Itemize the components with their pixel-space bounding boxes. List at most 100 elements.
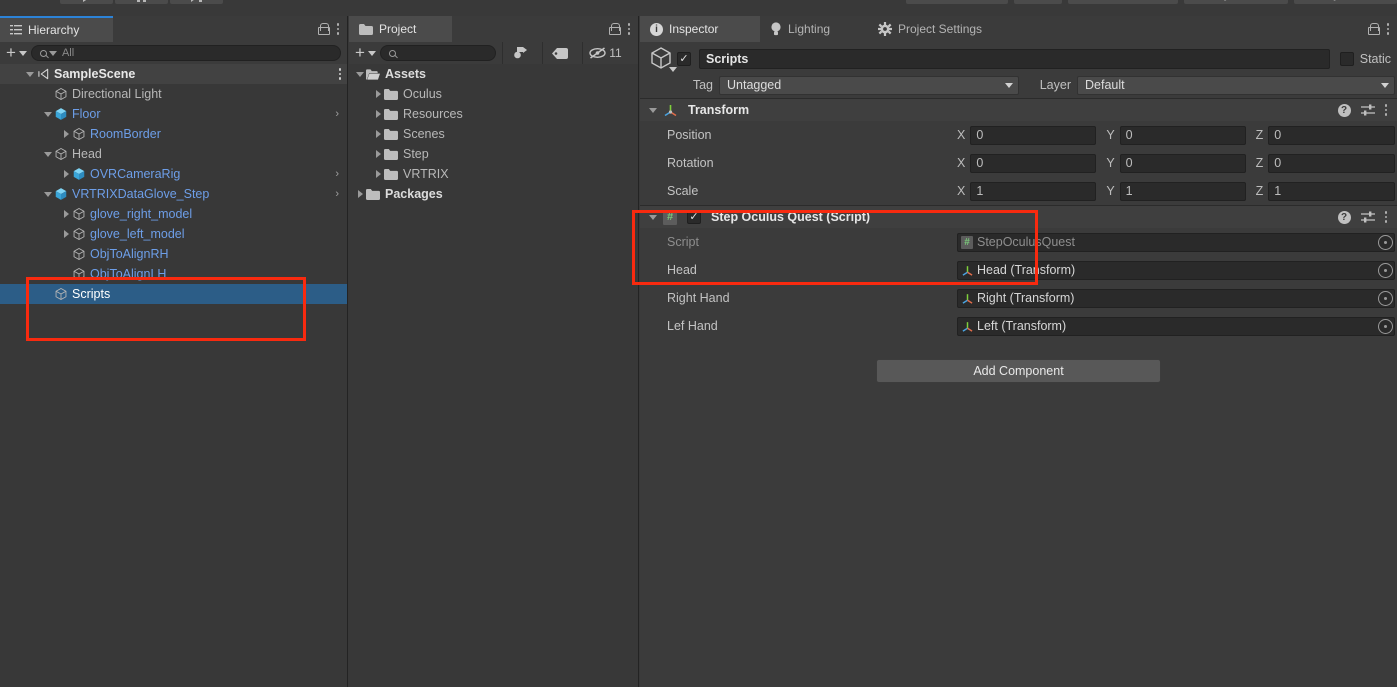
project-item-assets[interactable]: Assets xyxy=(349,64,638,84)
presets-icon[interactable] xyxy=(1360,104,1375,116)
static-checkbox[interactable] xyxy=(1339,52,1354,66)
hierarchy-item-objtoalignlh[interactable]: ObjToAlignLH xyxy=(0,264,347,284)
help-icon[interactable]: ? xyxy=(1337,103,1351,117)
object-reference-field[interactable]: Right (Transform) xyxy=(957,288,1395,308)
expand-arrow-right-icon[interactable] xyxy=(372,144,384,164)
expand-arrow-down-icon[interactable] xyxy=(42,184,54,204)
project-item-step[interactable]: Step xyxy=(349,144,638,164)
expand-arrow-right-icon[interactable] xyxy=(372,124,384,144)
step-oculus-quest-header[interactable]: Step Oculus Quest (Script) ? xyxy=(640,206,1397,228)
object-picker-icon[interactable] xyxy=(1378,234,1393,250)
layer-dropdown[interactable]: Default xyxy=(1077,75,1395,95)
expand-arrow-down-icon[interactable] xyxy=(42,104,54,124)
axis-y-input[interactable]: 0 xyxy=(1119,153,1246,173)
axis-x-input[interactable]: 0 xyxy=(970,153,1097,173)
lock-icon[interactable] xyxy=(1367,23,1380,35)
kebab-menu-icon[interactable] xyxy=(627,23,635,35)
gameobject-enabled-checkbox[interactable] xyxy=(677,52,691,66)
hierarchy-item-roomborder[interactable]: RoomBorder xyxy=(0,124,347,144)
lock-icon[interactable] xyxy=(608,23,621,35)
object-reference-field[interactable]: Left (Transform) xyxy=(957,316,1395,336)
expand-arrow-right-icon[interactable] xyxy=(60,124,72,144)
tag-dropdown[interactable]: Untagged xyxy=(719,75,1019,95)
axis-y-input[interactable]: 1 xyxy=(1119,181,1246,201)
object-reference-field[interactable]: StepOculusQuest xyxy=(957,232,1395,252)
presets-icon[interactable] xyxy=(1360,211,1375,223)
step-button[interactable] xyxy=(170,0,223,4)
transform-header[interactable]: Transform ? xyxy=(640,99,1397,121)
hierarchy-item-head[interactable]: Head xyxy=(0,144,347,164)
project-item-scenes[interactable]: Scenes xyxy=(349,124,638,144)
hierarchy-item-directional-light[interactable]: Directional Light xyxy=(0,84,347,104)
axis-z-input[interactable]: 0 xyxy=(1268,125,1395,145)
collapse-arrow-icon[interactable] xyxy=(649,214,657,220)
hierarchy-item-floor[interactable]: Floor › xyxy=(0,104,347,124)
expand-arrow-right-icon[interactable] xyxy=(60,224,72,244)
kebab-menu-icon[interactable] xyxy=(1384,104,1392,116)
project-search-input[interactable] xyxy=(379,45,496,61)
axis-x-input[interactable]: 1 xyxy=(970,181,1097,201)
expand-arrow-right-icon[interactable] xyxy=(372,84,384,104)
object-picker-icon[interactable] xyxy=(1378,318,1393,334)
label-tag-icon[interactable] xyxy=(541,42,578,64)
hierarchy-search-input[interactable]: All xyxy=(30,45,341,61)
layers-button[interactable]: Layers xyxy=(1184,0,1288,4)
add-component-button[interactable]: Add Component xyxy=(876,359,1161,383)
expand-arrow-down-icon[interactable] xyxy=(42,144,54,164)
axis-x-input[interactable]: 0 xyxy=(970,125,1097,145)
project-item-oculus[interactable]: Oculus xyxy=(349,84,638,104)
kebab-menu-icon[interactable] xyxy=(338,68,341,80)
hierarchy-item-objtoalignrh[interactable]: ObjToAlignRH xyxy=(0,244,347,264)
tab-project[interactable]: Project xyxy=(349,16,452,42)
play-button[interactable] xyxy=(60,0,113,4)
gameobject-cube-icon[interactable] xyxy=(649,46,677,72)
kebab-menu-icon[interactable] xyxy=(1386,23,1394,35)
account-button[interactable]: Account xyxy=(1068,0,1178,4)
hierarchy-item-ovrcamerarig[interactable]: OVRCameraRig › xyxy=(0,164,347,184)
expand-arrow-right-icon[interactable] xyxy=(372,164,384,184)
gameobject-name-input[interactable]: Scripts xyxy=(699,49,1330,69)
help-icon[interactable]: ? xyxy=(1337,210,1351,224)
open-prefab-chevron-icon[interactable]: › xyxy=(335,168,339,180)
project-item-vrtrix[interactable]: VRTRIX xyxy=(349,164,638,184)
expand-arrow-down-icon[interactable] xyxy=(354,64,366,84)
create-object-button[interactable]: + xyxy=(6,44,27,61)
cloud-button[interactable] xyxy=(1014,0,1062,4)
pause-button[interactable] xyxy=(115,0,168,4)
expand-arrow-right-icon[interactable] xyxy=(354,184,366,204)
object-reference-field[interactable]: Head (Transform) xyxy=(957,260,1395,280)
expand-arrow-right-icon[interactable] xyxy=(60,204,72,224)
object-picker-icon[interactable] xyxy=(1378,290,1393,306)
hierarchy-item-scripts[interactable]: Scripts xyxy=(0,284,347,304)
lock-icon[interactable] xyxy=(317,23,330,35)
axis-z-input[interactable]: 1 xyxy=(1268,181,1395,201)
hidden-items-toggle[interactable]: 11 xyxy=(581,42,628,64)
tab-lighting[interactable]: Lighting xyxy=(760,16,868,42)
tab-project-settings[interactable]: Project Settings xyxy=(868,16,1016,42)
hierarchy-item-glove-right-model[interactable]: glove_right_model xyxy=(0,204,347,224)
component-enabled-checkbox[interactable] xyxy=(687,210,701,224)
layout-button[interactable]: Layout xyxy=(1294,0,1397,4)
search-dropdown-icon[interactable] xyxy=(48,50,57,56)
hierarchy-item-glove-left-model[interactable]: glove_left_model xyxy=(0,224,347,244)
tab-inspector[interactable]: i Inspector xyxy=(640,16,760,42)
expand-arrow-right-icon[interactable] xyxy=(60,164,72,184)
hierarchy-item-vrtrixdataglove-step[interactable]: VRTRIXDataGlove_Step › xyxy=(0,184,347,204)
open-prefab-chevron-icon[interactable]: › xyxy=(335,108,339,120)
expand-arrow-right-icon[interactable] xyxy=(372,104,384,124)
hierarchy-item-samplescene[interactable]: SampleScene xyxy=(0,64,347,84)
object-picker-icon[interactable] xyxy=(1378,262,1393,278)
collapse-arrow-icon[interactable] xyxy=(649,107,657,113)
create-asset-button[interactable]: + xyxy=(355,44,376,61)
project-item-resources[interactable]: Resources xyxy=(349,104,638,124)
project-item-packages[interactable]: Packages xyxy=(349,184,638,204)
expand-arrow-down-icon[interactable] xyxy=(24,64,36,84)
tab-hierarchy[interactable]: Hierarchy xyxy=(0,16,113,42)
axis-y-input[interactable]: 0 xyxy=(1119,125,1246,145)
axis-z-input[interactable]: 0 xyxy=(1268,153,1395,173)
collab-button[interactable]: Collab xyxy=(906,0,1008,4)
open-prefab-chevron-icon[interactable]: › xyxy=(335,188,339,200)
kebab-menu-icon[interactable] xyxy=(1384,211,1392,223)
save-search-icon[interactable] xyxy=(501,42,538,64)
kebab-menu-icon[interactable] xyxy=(336,23,344,35)
